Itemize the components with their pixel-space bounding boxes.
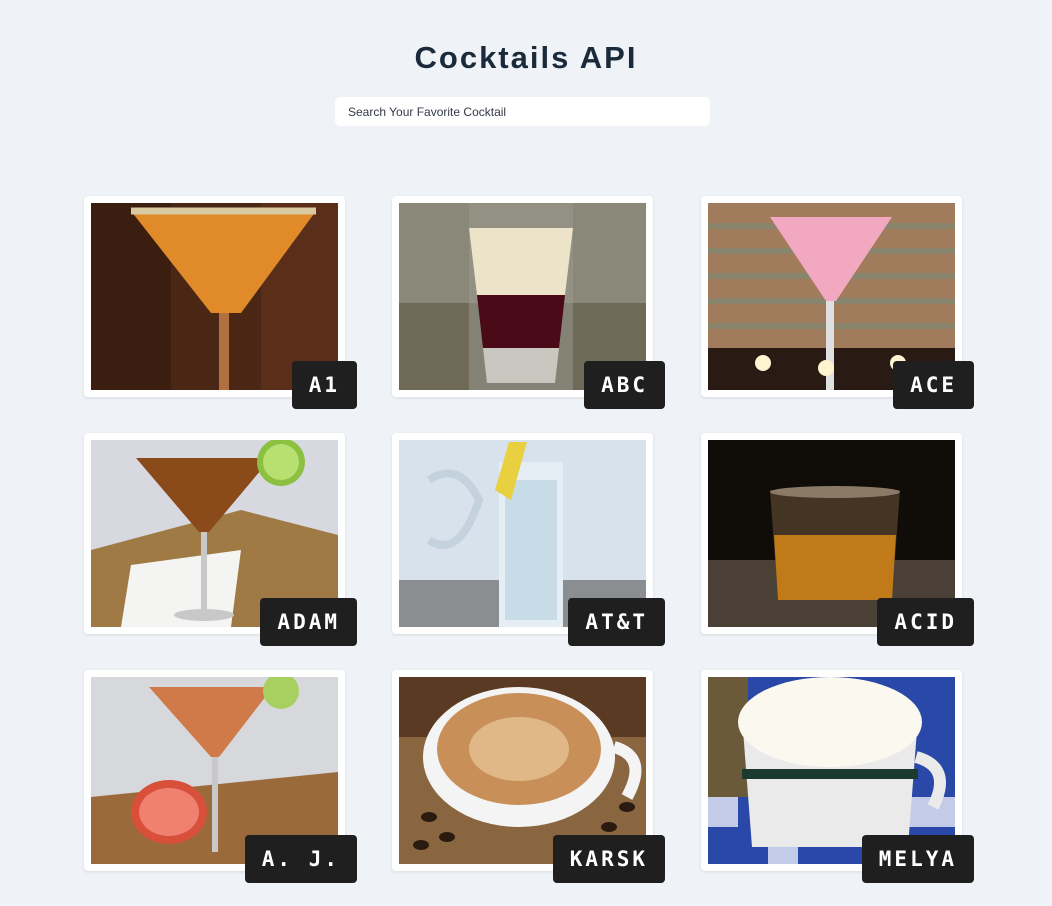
- cocktail-name: A1: [291, 361, 357, 409]
- page-title: Cocktails API: [414, 40, 638, 75]
- cocktail-card-adam[interactable]: ADAM: [84, 433, 357, 646]
- cocktail-card-ace[interactable]: ACE: [701, 196, 974, 409]
- cocktail-card-karsk[interactable]: KARSK: [392, 670, 665, 883]
- cocktail-name: MELYA: [861, 835, 974, 883]
- cocktail-card-aj[interactable]: A. J.: [84, 670, 357, 883]
- cocktail-name: KARSK: [552, 835, 665, 883]
- cocktail-name: ACE: [893, 361, 974, 409]
- cocktail-name: ABC: [584, 361, 665, 409]
- cocktail-name: A. J.: [244, 835, 357, 883]
- cocktail-name: AT&T: [568, 598, 665, 646]
- cocktail-card-abc[interactable]: ABC: [392, 196, 665, 409]
- cocktail-card-acid[interactable]: ACID: [701, 433, 974, 646]
- cocktail-card-a1[interactable]: A1: [84, 196, 357, 409]
- cocktail-name: ACID: [877, 598, 974, 646]
- cocktail-name: ADAM: [260, 598, 357, 646]
- search-input[interactable]: [335, 97, 710, 126]
- cocktail-card-att[interactable]: AT&T: [392, 433, 665, 646]
- cocktail-card-melya[interactable]: MELYA: [701, 670, 974, 883]
